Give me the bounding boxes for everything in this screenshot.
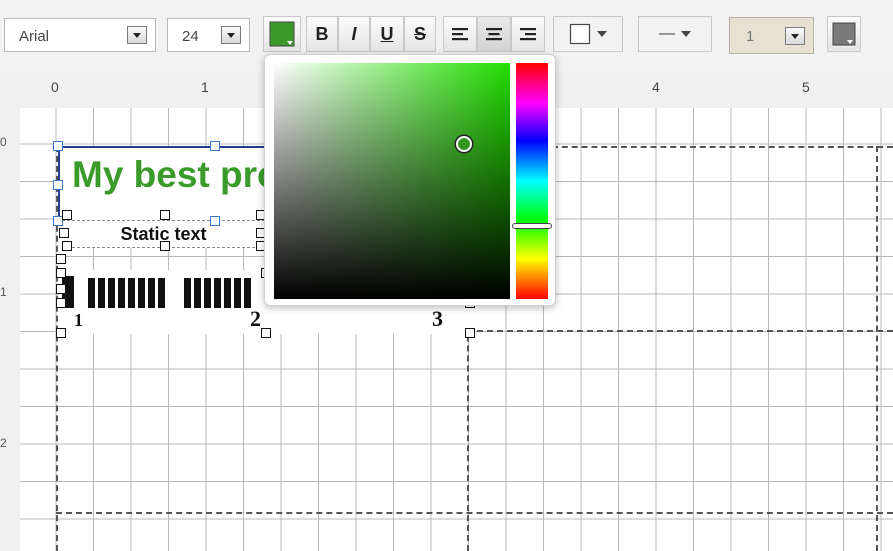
underline-button[interactable]: U [370, 16, 404, 52]
resize-handle[interactable] [465, 328, 475, 338]
font-family-select[interactable]: Arial [4, 18, 156, 52]
page-margin-line [552, 146, 893, 148]
strikethrough-button[interactable]: S [404, 16, 436, 52]
square-outline-icon [569, 23, 591, 45]
resize-handle[interactable] [59, 228, 69, 238]
color-swatch-icon [269, 21, 295, 47]
chevron-down-icon [681, 31, 691, 37]
align-right-button[interactable] [511, 16, 545, 52]
fill-color-icon [832, 22, 856, 46]
ruler-label: 5 [802, 79, 810, 95]
resize-handle[interactable] [56, 268, 66, 278]
chevron-down-icon[interactable] [785, 27, 805, 45]
page-margin-line [56, 512, 893, 514]
line-width-value: 1 [746, 28, 755, 45]
bold-label: B [315, 23, 329, 44]
saturation-value-area[interactable] [274, 63, 510, 299]
color-picker-popup [264, 54, 556, 306]
font-size-value: 24 [182, 28, 199, 45]
ruler-label: 0 [51, 79, 59, 95]
color-cursor[interactable] [456, 136, 472, 152]
resize-handle[interactable] [261, 328, 271, 338]
resize-handle[interactable] [53, 180, 63, 190]
barcode-digit: 2 [250, 306, 261, 331]
ruler-label: 4 [652, 79, 660, 95]
ruler-label: 1 [0, 285, 7, 299]
border-style-dropdown[interactable] [553, 16, 623, 52]
fill-color-button[interactable] [827, 16, 861, 52]
resize-handle[interactable] [56, 254, 66, 264]
vertical-ruler: 0 1 2 [0, 108, 20, 551]
barcode-digit: 1 [74, 310, 83, 330]
resize-handle[interactable] [56, 298, 66, 308]
line-style-dropdown[interactable]: — [638, 16, 712, 52]
resize-handle[interactable] [210, 216, 220, 226]
resize-handle[interactable] [56, 284, 66, 294]
line-width-select[interactable]: 1 [729, 17, 814, 54]
strikethrough-label: S [413, 23, 426, 44]
chevron-down-icon [597, 31, 607, 37]
hue-slider-track[interactable] [516, 63, 548, 299]
line-style-label: — [659, 25, 675, 42]
bold-button[interactable]: B [306, 16, 338, 52]
resize-handle[interactable] [160, 241, 170, 251]
ruler-label: 2 [0, 436, 7, 450]
chevron-down-icon[interactable] [221, 26, 241, 44]
resize-handle[interactable] [210, 141, 220, 151]
font-size-select[interactable]: 24 [167, 18, 250, 52]
align-right-icon [520, 28, 536, 41]
resize-handle[interactable] [62, 241, 72, 251]
align-center-icon [486, 28, 502, 41]
underline-label: U [380, 23, 394, 44]
resize-handle[interactable] [53, 141, 63, 151]
resize-handle[interactable] [160, 210, 170, 220]
align-center-button[interactable] [477, 16, 511, 52]
ruler-label: 1 [201, 79, 209, 95]
title-text: My best pro [72, 154, 280, 195]
chevron-down-icon[interactable] [127, 26, 147, 44]
resize-handle[interactable] [56, 328, 66, 338]
font-family-value: Arial [19, 28, 50, 45]
italic-button[interactable]: I [338, 16, 370, 52]
page-margin-line [467, 330, 893, 332]
page-margin-line [876, 146, 878, 551]
italic-label: I [351, 23, 357, 44]
hue-slider-handle[interactable] [512, 223, 552, 229]
ruler-label: 0 [0, 135, 7, 149]
text-color-button[interactable] [263, 16, 301, 52]
resize-handle[interactable] [62, 210, 72, 220]
align-left-button[interactable] [443, 16, 477, 52]
barcode-digit: 3 [432, 306, 443, 331]
align-left-icon [452, 28, 468, 41]
